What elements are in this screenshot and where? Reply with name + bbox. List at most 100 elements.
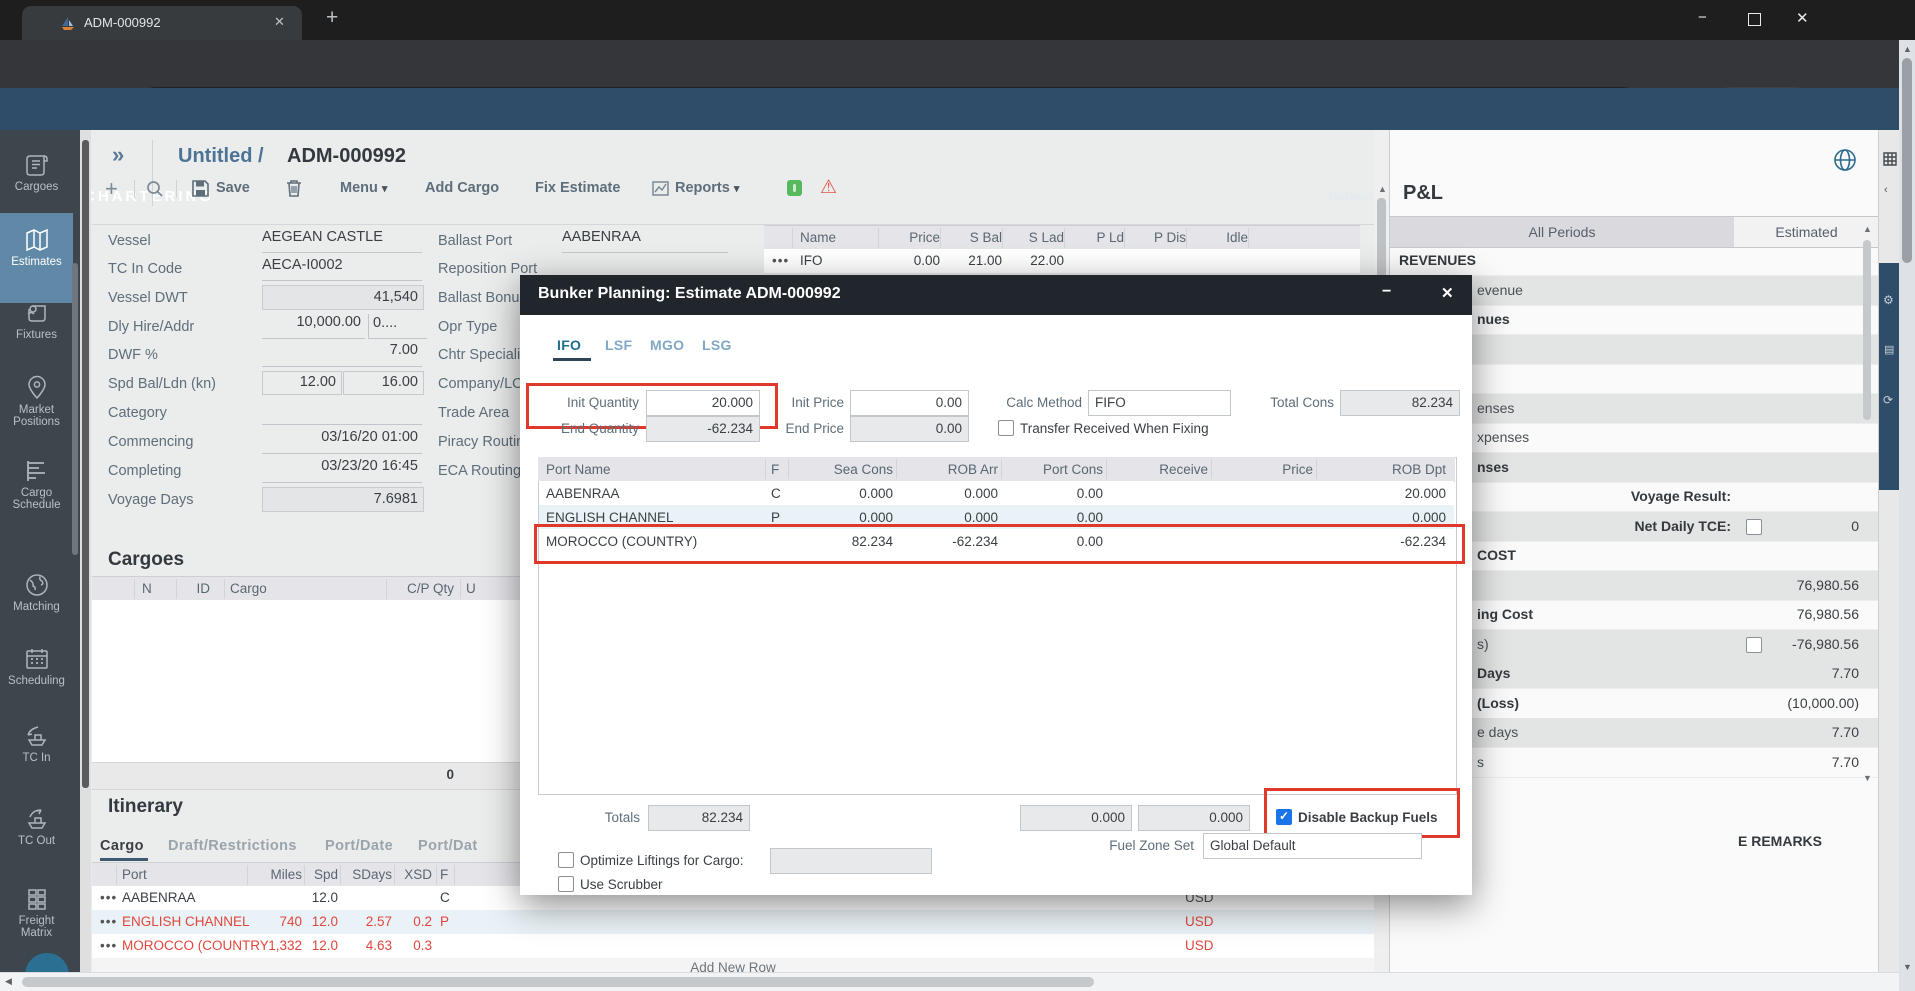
itinerary-tab-cargo[interactable]: Cargo [100, 838, 144, 854]
save-button[interactable]: Save [216, 180, 250, 196]
modal-tab-mgo[interactable]: MGO [650, 337, 684, 353]
voyage-days-field: 7.6981 [262, 487, 424, 512]
pnl-period-header[interactable]: All Periods [1390, 216, 1734, 248]
modal-tab-lsg[interactable]: LSG [702, 337, 732, 353]
browser-vscrollbar[interactable]: ▲ ▼ [1899, 40, 1915, 991]
vessel-dwt-label: Vessel DWT [108, 290, 188, 306]
pnl-checkbox[interactable] [1746, 637, 1762, 653]
browser-hscrollbar[interactable]: ◀ [0, 972, 1899, 991]
bunker-row-1[interactable]: AABENRAA C 0.000 0.000 0.00 20.000 [539, 481, 1454, 506]
window-minimize-icon[interactable]: − [1698, 9, 1707, 26]
browser-tab[interactable]: ADM-000992 ✕ [22, 6, 302, 40]
end-price-label: End Price [777, 421, 844, 436]
modal-minimize-icon[interactable]: − [1382, 283, 1391, 301]
collapse-left-icon[interactable]: ‹ [1884, 184, 1888, 196]
content-vscrollbar-thumb[interactable] [82, 140, 89, 788]
modal-close-icon[interactable]: ✕ [1441, 284, 1454, 302]
fix-estimate-button[interactable]: Fix Estimate [535, 180, 620, 196]
sidebar-scrollbar[interactable] [72, 263, 78, 555]
tab-close-icon[interactable]: ✕ [274, 14, 285, 30]
left-sidebar: Cargoes Estimates Fixtures Market Positi… [0, 130, 80, 991]
itinerary-tab-port-date[interactable]: Port/Date [325, 838, 393, 854]
fuel-table-row[interactable]: ••• IFO 0.00 21.00 22.00 [764, 249, 1360, 274]
dwf-field[interactable]: 7.00 [262, 342, 422, 367]
modal-tab-lsf[interactable]: LSF [605, 337, 632, 353]
delete-icon[interactable] [286, 179, 302, 197]
modal-header[interactable]: Bunker Planning: Estimate ADM-000992 − ✕ [520, 275, 1472, 315]
veslink-favicon [60, 15, 76, 31]
sidebar-item-matching[interactable]: Matching [0, 572, 73, 613]
sidebar-item-market-positions[interactable]: Market Positions [0, 375, 73, 428]
grid-view-icon[interactable] [1883, 152, 1897, 166]
sidebar-item-estimates[interactable]: Estimates [0, 213, 73, 303]
category-field[interactable] [262, 400, 422, 425]
row-handle-icon[interactable]: ••• [100, 890, 117, 905]
new-tab-icon[interactable]: + [326, 6, 338, 30]
browser-scroll-down-icon[interactable]: ▼ [1903, 962, 1912, 972]
reports-button[interactable]: Reports ▾ [675, 180, 739, 196]
calc-method-select[interactable]: FIFO [1088, 390, 1231, 416]
row-handle-icon[interactable]: ••• [772, 253, 789, 268]
use-scrubber-checkbox[interactable] [558, 876, 574, 892]
sidebar-item-tc-in[interactable]: TC In [0, 723, 73, 764]
add-icon[interactable]: + [105, 176, 118, 202]
tce-checkbox[interactable] [1746, 519, 1762, 535]
sidebar-item-fixtures[interactable]: Fixtures [0, 300, 73, 341]
ballast-port-field[interactable]: AABENRAA [562, 228, 728, 253]
globe-network-icon[interactable] [1833, 148, 1857, 172]
use-scrubber-label: Use Scrubber [580, 877, 663, 892]
speed-laden-field[interactable]: 16.00 [343, 371, 424, 395]
itinerary-tab-draft[interactable]: Draft/Restrictions [168, 838, 297, 854]
commencing-field[interactable]: 03/16/20 01:00 [262, 429, 422, 454]
dly-hire-field[interactable]: 10,000.00 [262, 314, 365, 339]
sidebar-item-cargoes[interactable]: Cargoes [0, 152, 73, 193]
save-icon[interactable] [192, 180, 209, 197]
vessel-field[interactable]: AEGEAN CASTLE [262, 228, 422, 253]
commencing-label: Commencing [108, 434, 193, 450]
totals-sea-cons: 82.234 [648, 805, 750, 831]
browser-hscrollbar-thumb[interactable] [22, 977, 1094, 987]
company-lob-label: Company/LOB [438, 376, 533, 392]
add-cargo-button[interactable]: Add Cargo [425, 180, 499, 196]
sidebar-item-scheduling[interactable]: Scheduling [0, 646, 73, 687]
browser-scroll-left-icon[interactable]: ◀ [5, 976, 12, 987]
lock-status-icon[interactable] [786, 179, 803, 197]
row-handle-icon[interactable]: ••• [100, 914, 117, 929]
category-label: Category [108, 405, 167, 421]
optimize-liftings-checkbox[interactable] [558, 852, 574, 868]
morocco-row-highlight [534, 524, 1465, 564]
chtr-specialist-label: Chtr Specialist [438, 347, 531, 363]
breadcrumb-untitled[interactable]: Untitled / [178, 145, 264, 168]
addr-comm-field[interactable]: 0.... [368, 314, 427, 339]
window-maximize-icon[interactable] [1748, 13, 1761, 26]
pnl-scroll-up-icon[interactable]: ▲ [1863, 224, 1872, 234]
row-handle-icon[interactable]: ••• [100, 938, 117, 953]
browser-toolbar: ← → ⟳ ⚠ Not secure master.tyche.veslink.… [0, 40, 1915, 88]
sidebar-item-freight-matrix[interactable]: Freight Matrix [0, 886, 73, 939]
sidebar-item-tc-out[interactable]: TC Out [0, 806, 73, 847]
scroll-up-icon[interactable]: ▲ [1378, 184, 1387, 194]
transfer-received-checkbox[interactable] [998, 420, 1014, 436]
speed-ballast-field[interactable]: 12.00 [262, 371, 342, 395]
sidebar-item-cargo-schedule[interactable]: Cargo Schedule [0, 458, 73, 511]
pnl-scroll-down-icon[interactable]: ▼ [1863, 773, 1872, 783]
completing-field[interactable]: 03/23/20 16:45 [262, 458, 422, 483]
fuel-zone-set-input[interactable]: Global Default [1203, 833, 1422, 859]
validation-warning-icon[interactable]: ⚠ [820, 176, 837, 199]
search-icon[interactable] [146, 180, 164, 198]
itinerary-row-2[interactable]: ••• ENGLISH CHANNEL 740 12.0 2.57 0.2 P … [92, 910, 1374, 935]
browser-scroll-up-icon[interactable]: ▲ [1903, 44, 1912, 54]
document-icon[interactable]: ▤ [1884, 343, 1894, 356]
sync-icon[interactable]: ⟳ [1883, 393, 1893, 407]
pnl-scrollbar-thumb[interactable] [1863, 240, 1871, 420]
gear-icon[interactable]: ⚙ [1883, 293, 1894, 307]
expand-panel-icon[interactable]: » [112, 142, 124, 168]
menu-button[interactable]: Menu ▾ [340, 180, 387, 196]
itinerary-tab-port-date-2[interactable]: Port/Dat [418, 838, 478, 854]
tc-in-code-field[interactable]: AECA-I0002 [262, 256, 422, 281]
browser-vscrollbar-thumb[interactable] [1902, 58, 1912, 263]
modal-tab-ifo[interactable]: IFO [557, 337, 581, 353]
itinerary-row-3[interactable]: ••• MOROCCO (COUNTRY 1,332 12.0 4.63 0.3… [92, 934, 1374, 959]
init-price-input[interactable]: 0.00 [850, 390, 969, 416]
window-close-icon[interactable]: ✕ [1796, 9, 1809, 27]
